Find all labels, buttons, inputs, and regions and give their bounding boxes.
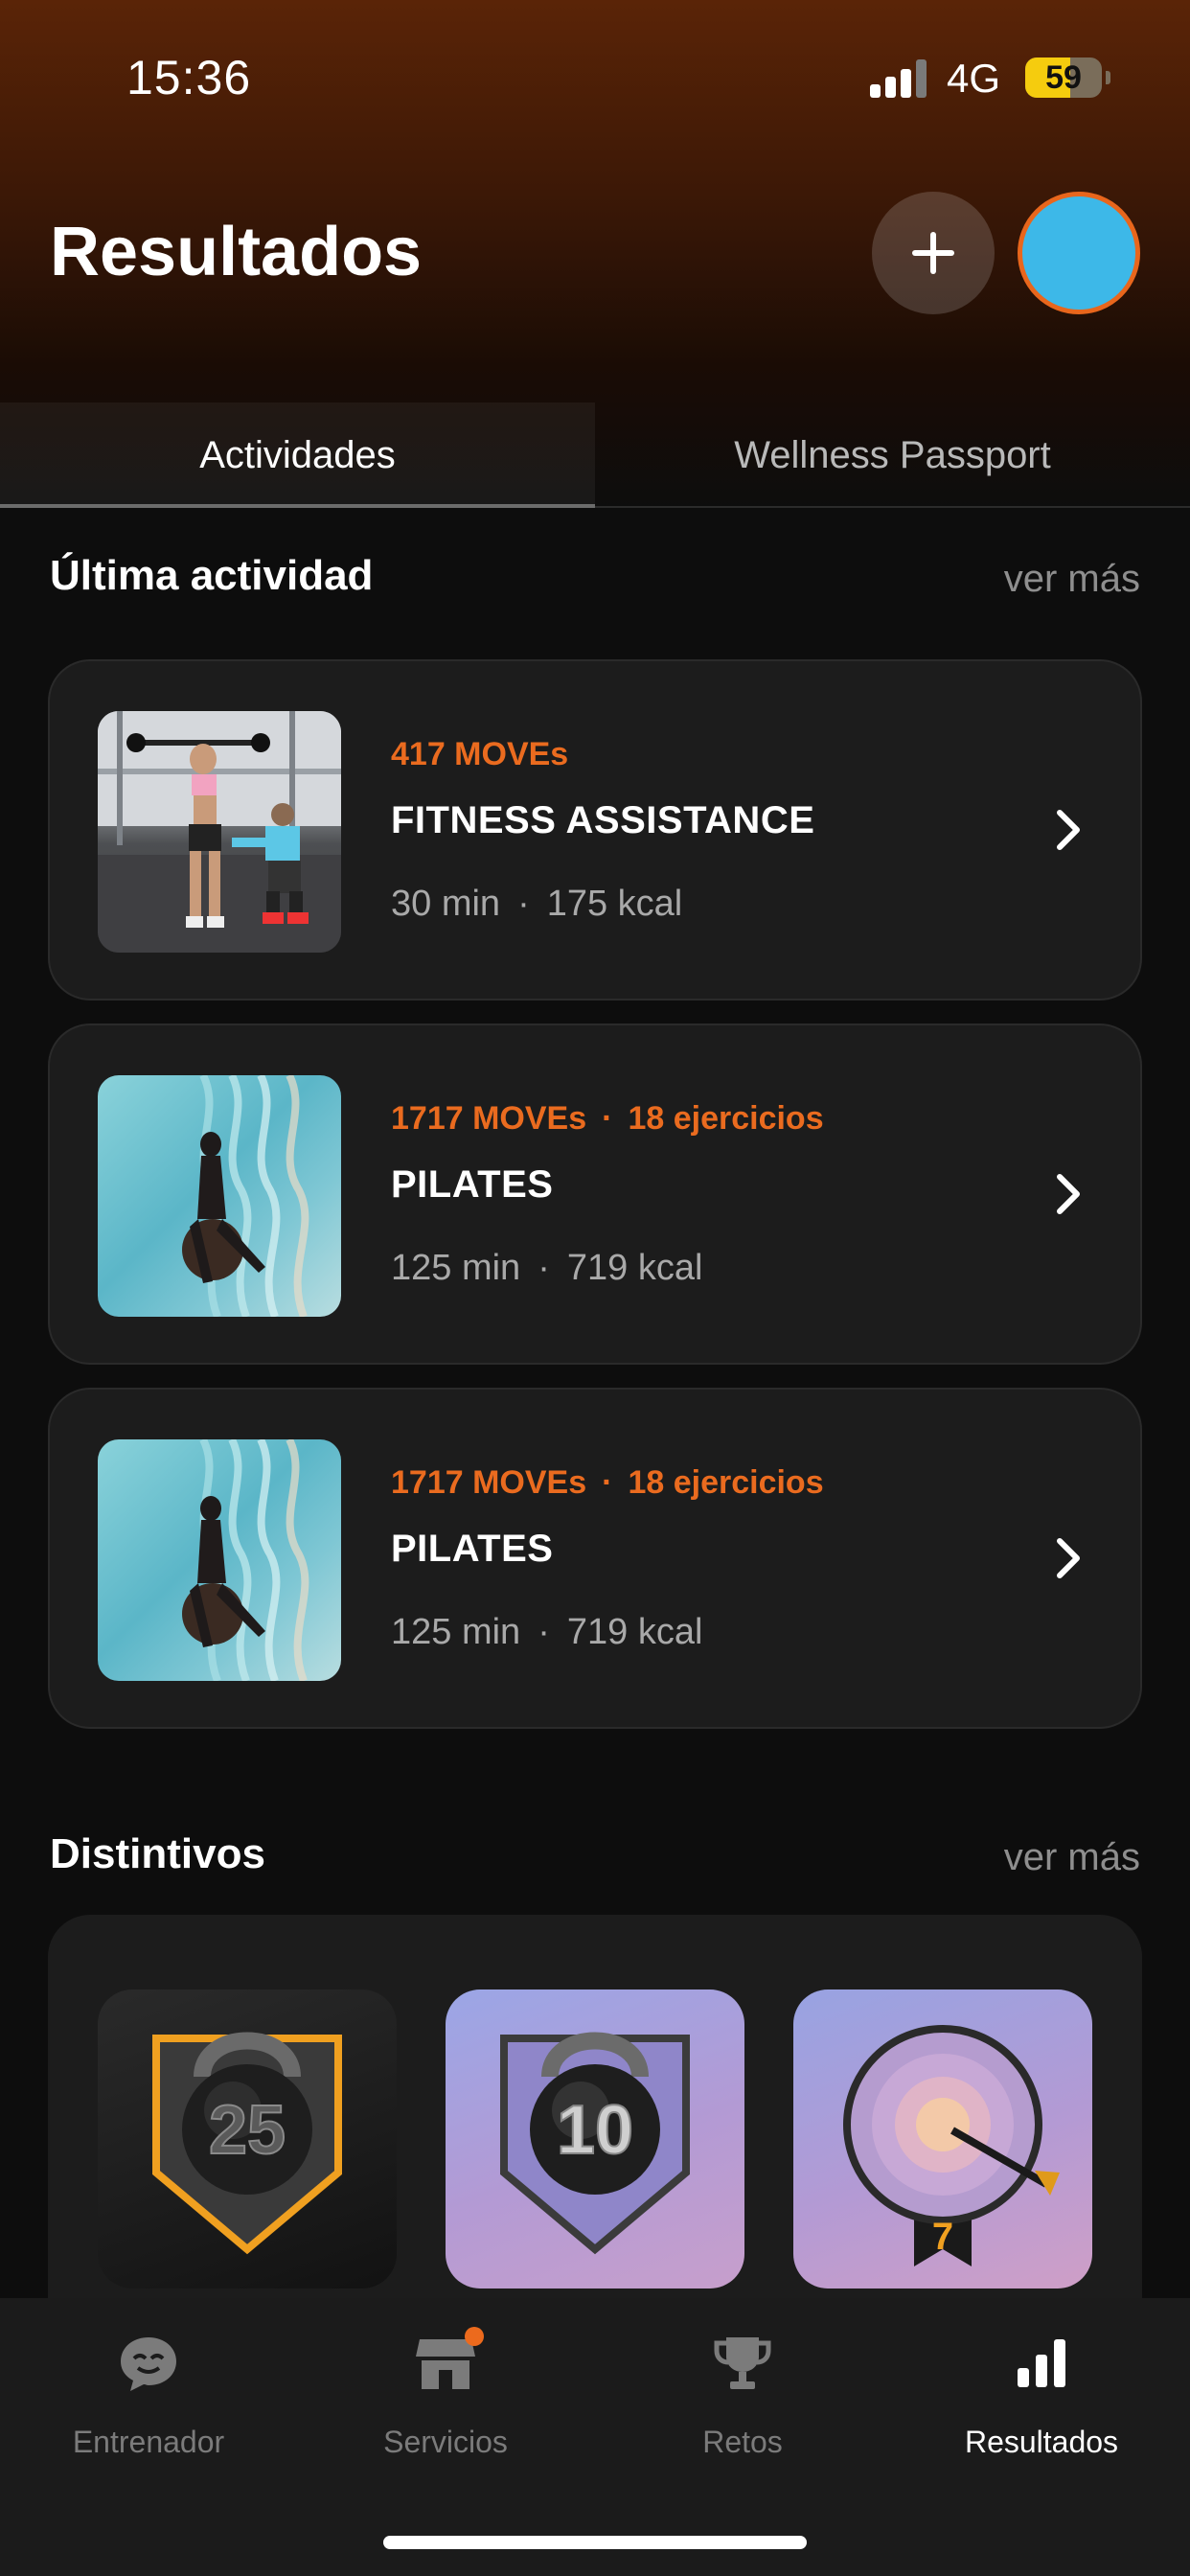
target-badge-icon: 7	[843, 2025, 1060, 2266]
activity-stats: 125 min · 719 kcal	[391, 1612, 702, 1653]
activity-card[interactable]: 417 MOVEs FITNESS ASSISTANCE 30 min · 175 …	[48, 659, 1142, 1000]
activity-moves: 417 MOVEs	[391, 736, 568, 773]
page-title: Resultados	[50, 214, 423, 290]
avatar[interactable]	[1018, 192, 1140, 314]
kettlebell-badge-icon: 10	[500, 2032, 690, 2255]
tab-active-indicator	[0, 504, 595, 508]
plus-icon	[912, 232, 954, 274]
exercise-count: 18 ejercicios	[628, 1464, 824, 1501]
tab-label: Wellness Passport	[734, 433, 1051, 476]
section-title-last-activity: Última actividad	[50, 552, 374, 599]
status-time: 15:36	[126, 51, 252, 104]
activity-kcal: 719 kcal	[566, 1612, 703, 1652]
activity-stats: 30 min · 175 kcal	[391, 884, 682, 925]
separator-dot: ·	[602, 1100, 613, 1137]
badge-kettlebell-10[interactable]: 10	[446, 1990, 744, 2288]
activity-thumbnail	[98, 1075, 341, 1317]
activity-moves: 1717 MOVEs · 18 ejercicios	[391, 1100, 824, 1138]
nav-label: Retos	[702, 2425, 783, 2459]
nav-item-entrenador[interactable]: Entrenador	[0, 2329, 297, 2472]
kettlebell-badge-icon: 25	[152, 2032, 342, 2255]
chevron-right-icon	[1057, 1174, 1080, 1214]
trophy-icon	[708, 2329, 777, 2398]
nav-label: Servicios	[383, 2425, 508, 2459]
pilates-photo-illustration	[182, 1075, 309, 1317]
nav-item-servicios[interactable]: Servicios	[297, 2329, 594, 2472]
badge-number: 25	[209, 2092, 286, 2169]
activity-duration: 125 min	[391, 1612, 521, 1652]
separator-dot: ·	[538, 1612, 550, 1652]
see-more-badges-link[interactable]: ver más	[1004, 1836, 1140, 1879]
signal-icon	[870, 58, 929, 98]
moves-count: 1717 MOVEs	[391, 1464, 587, 1501]
bar-chart-icon	[1007, 2329, 1076, 2398]
add-button[interactable]	[872, 192, 995, 314]
separator-dot: ·	[517, 884, 530, 924]
battery-icon: 59	[1025, 58, 1102, 98]
gym-photo-illustration	[98, 711, 341, 953]
activity-duration: 125 min	[391, 1248, 521, 1288]
tab-label: Actividades	[199, 433, 396, 476]
nav-item-resultados[interactable]: Resultados	[893, 2329, 1190, 2472]
badge-number: 7	[932, 2216, 953, 2258]
nav-label: Resultados	[964, 2425, 1119, 2459]
badge-kettlebell-25[interactable]: 25	[98, 1990, 397, 2288]
nav-label: Entrenador	[72, 2425, 225, 2459]
tab-actividades[interactable]: Actividades	[0, 402, 595, 508]
pilates-photo-illustration	[182, 1439, 309, 1681]
moves-count: 1717 MOVEs	[391, 1100, 587, 1137]
home-indicator[interactable]	[383, 2536, 807, 2549]
badge-target-7[interactable]: 7	[793, 1990, 1092, 2288]
activity-duration: 30 min	[391, 884, 501, 924]
battery-tip	[1106, 71, 1110, 84]
separator-dot: ·	[538, 1248, 550, 1288]
badge-number: 10	[557, 2092, 633, 2169]
battery-level: 59	[1045, 59, 1082, 96]
chevron-right-icon	[1057, 1538, 1080, 1578]
activity-thumbnail	[98, 711, 341, 953]
activity-name: PILATES	[391, 1528, 554, 1570]
nav-item-retos[interactable]: Retos	[594, 2329, 891, 2472]
network-type: 4G	[947, 56, 1001, 101]
activity-card[interactable]: 1717 MOVEs · 18 ejercicios PILATES 125 min…	[48, 1024, 1142, 1365]
activity-thumbnail	[98, 1439, 341, 1681]
activity-card[interactable]: 1717 MOVEs · 18 ejercicios PILATES 125 min…	[48, 1388, 1142, 1729]
moves-count: 417 MOVEs	[391, 736, 569, 772]
activity-moves: 1717 MOVEs · 18 ejercicios	[391, 1464, 824, 1502]
activity-stats: 125 min · 719 kcal	[391, 1248, 702, 1289]
chat-bubble-icon	[114, 2329, 183, 2398]
notification-dot	[465, 2327, 484, 2346]
activity-kcal: 719 kcal	[566, 1248, 703, 1288]
section-title-badges: Distintivos	[50, 1830, 265, 1877]
activity-kcal: 175 kcal	[546, 884, 683, 924]
chevron-right-icon	[1057, 810, 1080, 850]
see-more-activities-link[interactable]: ver más	[1004, 558, 1140, 601]
activity-name: PILATES	[391, 1163, 554, 1206]
activity-name: FITNESS ASSISTANCE	[391, 799, 815, 841]
tab-wellness-passport[interactable]: Wellness Passport	[595, 402, 1190, 508]
separator-dot: ·	[602, 1464, 613, 1501]
exercise-count: 18 ejercicios	[628, 1100, 824, 1137]
